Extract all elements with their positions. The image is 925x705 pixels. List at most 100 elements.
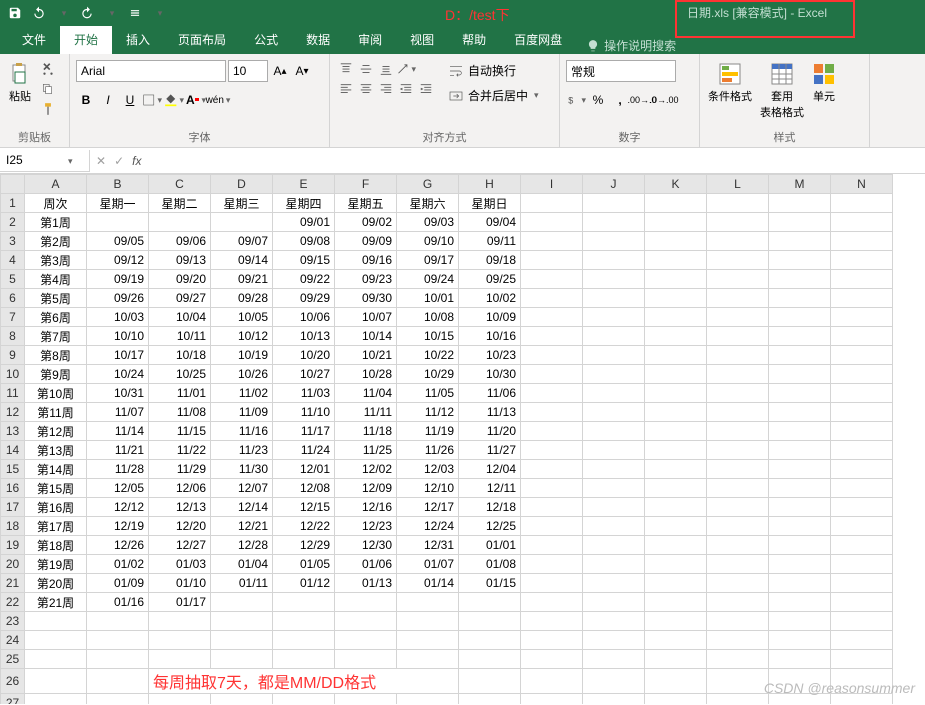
cell-A17[interactable]: 第16周 (25, 498, 87, 517)
cell-F19[interactable]: 12/30 (335, 536, 397, 555)
cell-A18[interactable]: 第17周 (25, 517, 87, 536)
cell-E20[interactable]: 01/05 (273, 555, 335, 574)
cell-K17[interactable] (645, 498, 707, 517)
worksheet-grid[interactable]: ABCDEFGHIJKLMN1周次星期一星期二星期三星期四星期五星期六星期日2第… (0, 174, 925, 704)
cell-A6[interactable]: 第5周 (25, 289, 87, 308)
cell-L17[interactable] (707, 498, 769, 517)
cell-D19[interactable]: 12/28 (211, 536, 273, 555)
cell-C23[interactable] (149, 612, 211, 631)
cell-G22[interactable] (397, 593, 459, 612)
cell-I11[interactable] (521, 384, 583, 403)
font-name-select[interactable] (76, 60, 226, 82)
col-header-D[interactable]: D (211, 175, 273, 194)
cell-G5[interactable]: 09/24 (397, 270, 459, 289)
cancel-formula-icon[interactable]: ✕ (96, 154, 106, 168)
cell-I5[interactable] (521, 270, 583, 289)
cell-M1[interactable] (769, 194, 831, 213)
cell-D27[interactable] (211, 694, 273, 705)
cell-H16[interactable]: 12/11 (459, 479, 521, 498)
cell-G1[interactable]: 星期六 (397, 194, 459, 213)
cell-E6[interactable]: 09/29 (273, 289, 335, 308)
cell-M8[interactable] (769, 327, 831, 346)
cell-G27[interactable] (397, 694, 459, 705)
cell-G25[interactable] (397, 650, 459, 669)
row-header-5[interactable]: 5 (1, 270, 25, 289)
align-center-button[interactable] (356, 80, 376, 98)
phonetic-button[interactable]: wén (208, 90, 228, 110)
cell-E2[interactable]: 09/01 (273, 213, 335, 232)
cell-N2[interactable] (831, 213, 893, 232)
cell-H17[interactable]: 12/18 (459, 498, 521, 517)
cell-B8[interactable]: 10/10 (87, 327, 149, 346)
cell-K10[interactable] (645, 365, 707, 384)
row-header-18[interactable]: 18 (1, 517, 25, 536)
cell-M17[interactable] (769, 498, 831, 517)
cell-F2[interactable]: 09/02 (335, 213, 397, 232)
cell-I18[interactable] (521, 517, 583, 536)
cut-button[interactable] (38, 60, 58, 78)
cell-K14[interactable] (645, 441, 707, 460)
tell-me-search[interactable]: 操作说明搜索 (586, 37, 676, 54)
name-box-dropdown[interactable] (66, 153, 73, 167)
cell-A23[interactable] (25, 612, 87, 631)
row-header-23[interactable]: 23 (1, 612, 25, 631)
wrap-text-button[interactable]: 自动换行 (446, 60, 541, 81)
col-header-J[interactable]: J (583, 175, 645, 194)
cell-G11[interactable]: 11/05 (397, 384, 459, 403)
cell-C9[interactable]: 10/18 (149, 346, 211, 365)
cell-A25[interactable] (25, 650, 87, 669)
cell-L13[interactable] (707, 422, 769, 441)
cell-B20[interactable]: 01/02 (87, 555, 149, 574)
cell-K22[interactable] (645, 593, 707, 612)
cell-F5[interactable]: 09/23 (335, 270, 397, 289)
cell-I22[interactable] (521, 593, 583, 612)
cell-J18[interactable] (583, 517, 645, 536)
cell-B5[interactable]: 09/19 (87, 270, 149, 289)
row-header-27[interactable]: 27 (1, 694, 25, 705)
cell-J1[interactable] (583, 194, 645, 213)
cell-J20[interactable] (583, 555, 645, 574)
col-header-L[interactable]: L (707, 175, 769, 194)
row-header-4[interactable]: 4 (1, 251, 25, 270)
cell-G2[interactable]: 09/03 (397, 213, 459, 232)
border-button[interactable] (142, 90, 162, 110)
formula-input[interactable] (147, 150, 925, 172)
cell-A12[interactable]: 第11周 (25, 403, 87, 422)
align-right-button[interactable] (376, 80, 396, 98)
cell-J22[interactable] (583, 593, 645, 612)
cell-C13[interactable]: 11/15 (149, 422, 211, 441)
row-header-12[interactable]: 12 (1, 403, 25, 422)
cell-M24[interactable] (769, 631, 831, 650)
cell-J17[interactable] (583, 498, 645, 517)
cell-C18[interactable]: 12/20 (149, 517, 211, 536)
cell-A10[interactable]: 第9周 (25, 365, 87, 384)
cell-C7[interactable]: 10/04 (149, 308, 211, 327)
cell-H15[interactable]: 12/04 (459, 460, 521, 479)
col-header-A[interactable]: A (25, 175, 87, 194)
row-header-26[interactable]: 26 (1, 669, 25, 694)
cell-N8[interactable] (831, 327, 893, 346)
cell-L14[interactable] (707, 441, 769, 460)
cell-E9[interactable]: 10/20 (273, 346, 335, 365)
cell-F4[interactable]: 09/16 (335, 251, 397, 270)
cell-L25[interactable] (707, 650, 769, 669)
tab-data[interactable]: 数据 (292, 25, 344, 54)
cell-D25[interactable] (211, 650, 273, 669)
cell-J14[interactable] (583, 441, 645, 460)
cell-M18[interactable] (769, 517, 831, 536)
cell-L10[interactable] (707, 365, 769, 384)
cell-I9[interactable] (521, 346, 583, 365)
tab-baidu[interactable]: 百度网盘 (500, 25, 576, 54)
cell-H24[interactable] (459, 631, 521, 650)
cell-L26[interactable] (707, 669, 769, 694)
format-table-button[interactable]: 套用 表格格式 (758, 60, 806, 122)
cell-M11[interactable] (769, 384, 831, 403)
cell-E4[interactable]: 09/15 (273, 251, 335, 270)
cell-H20[interactable]: 01/08 (459, 555, 521, 574)
cell-C20[interactable]: 01/03 (149, 555, 211, 574)
cell-I3[interactable] (521, 232, 583, 251)
cell-H12[interactable]: 11/13 (459, 403, 521, 422)
cell-L7[interactable] (707, 308, 769, 327)
cell-D18[interactable]: 12/21 (211, 517, 273, 536)
cell-F25[interactable] (335, 650, 397, 669)
